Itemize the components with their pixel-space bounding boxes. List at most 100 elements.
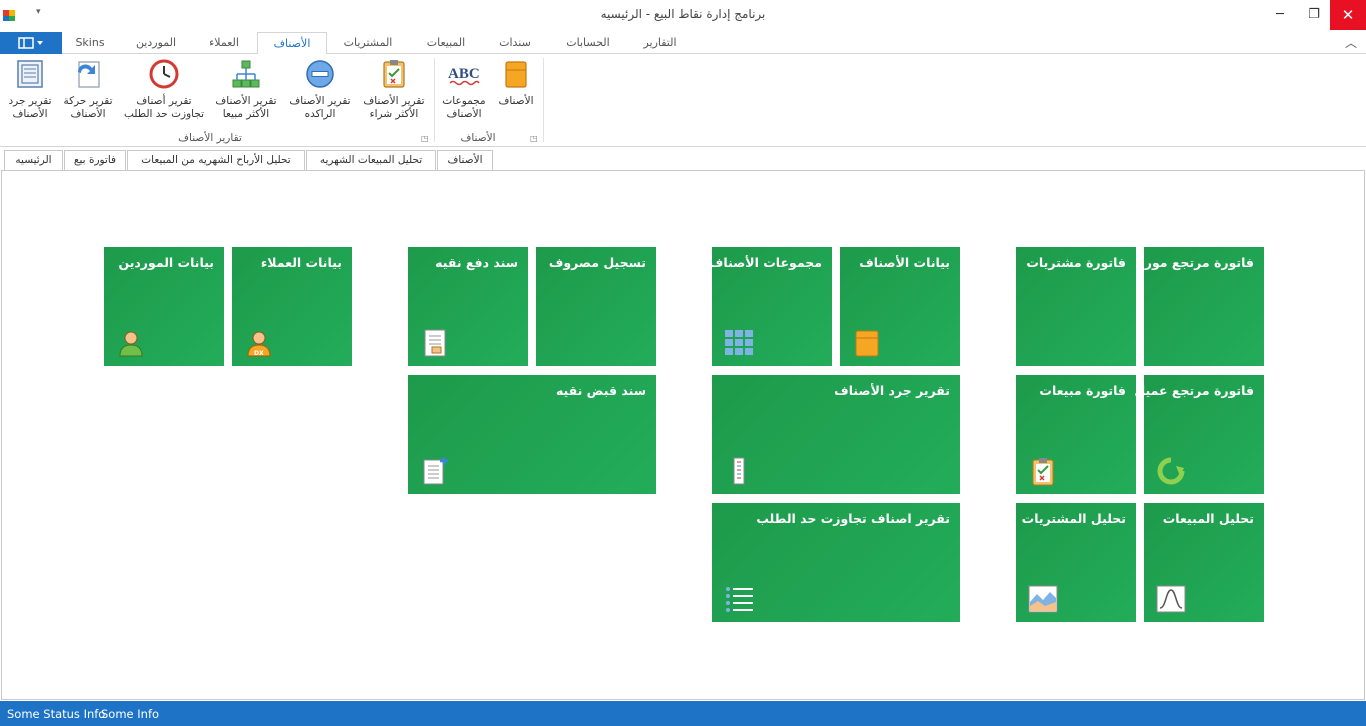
list-icon [726,587,753,612]
item-groups-button[interactable]: ABC مجموعات الأصناف [438,58,490,121]
tile-purchase-analysis[interactable]: تحليل المشتريات [1016,503,1136,622]
tile-title: بيانات الموردين [118,255,214,270]
doc-tab-items[interactable]: الأصناف [437,150,493,171]
tile-title: فاتورة مشتريات [1026,255,1126,270]
tile-purchase-invoice[interactable]: فاتورة مشتريات [1016,247,1136,366]
tile-container: بيانات الموردين بيانات العملاء DX سند دف… [1,170,1365,700]
tile-title: مجموعات الأصناف [708,255,822,270]
tile-supplier-return[interactable]: فاتورة مرتجع مورد [1138,247,1264,366]
tile-title: تقرير جرد الأصناف [834,383,950,398]
items-label: الأصناف [498,95,534,107]
stagnant-report-label: تقرير الأصناف الراكده [289,95,351,120]
tile-suppliers[interactable]: بيانات الموردين [104,247,224,366]
tile-reorder-report[interactable]: تقرير اصناف تجاوزت حد الطلب [712,503,960,622]
group-label-items: الأصناف [460,132,496,144]
minimize-button[interactable]: ─ [1262,0,1298,30]
tile-sales-invoice[interactable]: فاتورة مبيعات [1016,375,1136,494]
tile-record-expense[interactable]: تسجيل مصروف [536,247,656,366]
inventory-report-icon [17,60,43,88]
org-chart-icon [232,60,260,88]
tab-vouchers[interactable]: سندات [486,32,544,54]
tab-purchases[interactable]: المشتريات [330,32,406,54]
refresh-icon [1157,457,1185,485]
menu-icon [18,37,43,49]
document-icon [424,329,446,357]
doc-tab-monthly-sales[interactable]: تحليل المبيعات الشهريه [306,150,436,171]
close-button[interactable]: ✕ [1330,0,1366,30]
tile-title: سند دفع نقيه [435,255,518,270]
item-groups-label: مجموعات الأصناف [442,95,486,120]
document-tabs: الرئيسيه فاتورة بيع تحليل الأرباح الشهري… [0,150,1366,172]
ruler-icon [733,457,745,485]
curve-icon [1156,585,1186,613]
status-info-secondary: Some Info [101,707,160,721]
group-launcher-icon[interactable]: ◳ [421,134,429,143]
grid-icon [725,330,753,355]
movement-report-icon [78,61,100,88]
items-button[interactable]: الأصناف [494,58,538,108]
abc-icon: ABC [448,66,480,86]
tile-customers[interactable]: بيانات العملاء DX [232,247,352,366]
doc-tab-monthly-profit[interactable]: تحليل الأرباح الشهريه من المبيعات [127,150,305,171]
group-label-item-reports: تقارير الأصناف [178,132,242,144]
doc-tab-home[interactable]: الرئيسيه [4,150,63,172]
user-dx-icon: DX [247,331,271,357]
best-selling-report-button[interactable]: تقرير الأصناف الأكثر مبيعا [210,58,282,121]
tab-reports[interactable]: التقارير [628,32,692,54]
tile-title: فاتورة مرتجع مورد [1138,255,1254,270]
tab-customers[interactable]: العملاء [192,32,256,54]
group-separator [434,58,435,142]
inventory-report-button[interactable]: تقرير جرد الأصناف [6,58,54,121]
group-launcher-icon[interactable]: ◳ [530,134,538,143]
inventory-report-label: تقرير جرد الأصناف [8,95,52,120]
tab-sales[interactable]: المبيعات [414,32,478,54]
tile-item-groups[interactable]: مجموعات الأصناف [708,247,832,366]
tile-payment-voucher[interactable]: سند دفع نقيه [408,247,528,366]
tab-skins[interactable]: Skins [62,32,118,54]
area-chart-icon [1028,585,1058,613]
svg-text:ABC: ABC [448,66,480,82]
svg-text:DX: DX [254,350,264,357]
best-selling-report-label: تقرير الأصناف الأكثر مبيعا [215,95,277,120]
reorder-report-button[interactable]: تقرير أصناف تجاوزت حد الطلب [122,58,206,121]
clock-icon [149,59,179,89]
doc-tab-sales-invoice[interactable]: فاتورة بيع [64,150,126,171]
ribbon-tabs: Skins الموردين العملاء الأصناف المشتريات… [0,32,1366,55]
most-purchased-report-label: تقرير الأصناف الأكثر شراء [363,95,425,120]
movement-report-label: تقرير حركة الأصناف [63,95,113,120]
tile-title: تحليل المشتريات [1021,511,1126,526]
group-separator [543,58,544,142]
stagnant-report-button[interactable]: تقرير الأصناف الراكده [286,58,354,121]
tab-accounts[interactable]: الحسابات [556,32,620,54]
title-bar: ▾ برنامج إدارة نقاط البيع - الرئيسيه ─ ❐… [0,0,1366,32]
tile-title: تقرير اصناف تجاوزت حد الطلب [756,511,950,526]
tile-title: بيانات الأصناف [859,255,950,270]
tile-title: فاتورة مرتجع عميل [1134,383,1254,398]
user-icon [119,331,143,357]
tile-inventory-report[interactable]: تقرير جرد الأصناف [712,375,960,494]
restore-button[interactable]: ❐ [1296,0,1332,30]
document-add-icon [423,457,448,485]
box-icon [505,61,527,88]
ribbon-panel: تقرير جرد الأصناف تقرير حركة الأصناف تقر… [0,54,1366,147]
collapse-ribbon-icon[interactable]: ︿ [1345,34,1357,51]
tile-receipt-voucher[interactable]: سند قبض نقيه [408,375,656,494]
minus-circle-icon [306,60,334,88]
tile-title: تحليل المبيعات [1162,511,1254,526]
tile-title: سند قبض نقيه [555,383,646,398]
status-info: Some Status Info [7,707,106,721]
movement-report-button[interactable]: تقرير حركة الأصناف [60,58,116,121]
tab-suppliers[interactable]: الموردين [120,32,192,54]
tile-title: بيانات العملاء [260,255,342,270]
box-icon [855,330,879,357]
tile-sales-analysis[interactable]: تحليل المبيعات [1144,503,1264,622]
tab-items[interactable]: الأصناف [257,32,327,55]
reorder-report-label: تقرير أصناف تجاوزت حد الطلب [123,95,205,120]
tile-title: فاتورة مبيعات [1039,383,1126,398]
tile-item-data[interactable]: بيانات الأصناف [840,247,960,366]
application-menu-button[interactable] [0,32,62,54]
status-bar: Some Status Info Some Info [0,701,1366,726]
clipboard-icon [1032,458,1054,486]
most-purchased-report-button[interactable]: تقرير الأصناف الأكثر شراء [358,58,430,121]
tile-customer-return[interactable]: فاتورة مرتجع عميل [1134,375,1264,494]
